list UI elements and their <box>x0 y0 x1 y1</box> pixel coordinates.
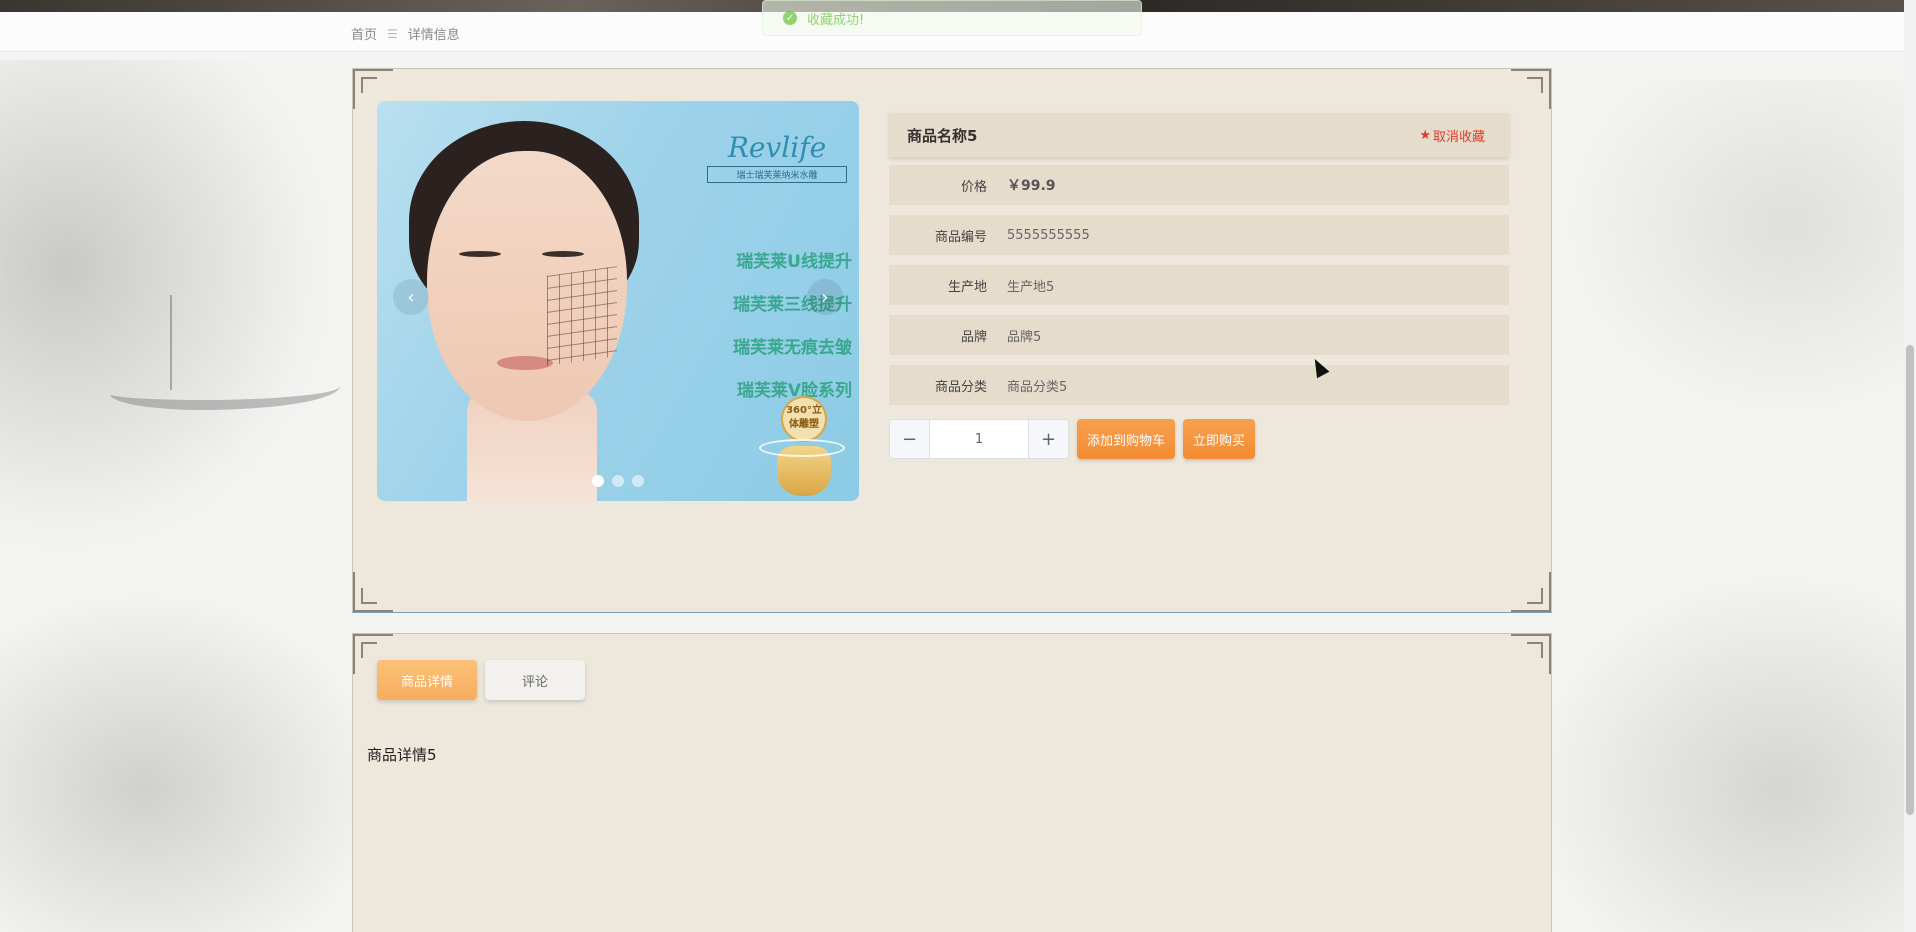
plus-icon[interactable]: + <box>1028 420 1068 458</box>
add-to-cart-button[interactable]: 添加到购物车 <box>1077 419 1176 459</box>
corner-ornament-icon <box>1511 634 1551 674</box>
price-value: ￥99.9 <box>1007 178 1056 194</box>
brand-logo: Revlife 瑞士瑞芙莱纳米水雕 <box>707 131 847 183</box>
check-circle-icon: ✓ <box>783 11 797 25</box>
brand-value: 品牌5 <box>1007 329 1042 345</box>
slogan-list: 瑞芙莱U线提升 瑞芙莱三线提升 瑞芙莱无痕去皱 瑞芙莱V脸系列 <box>692 241 852 413</box>
tab-comments[interactable]: 评论 <box>485 660 585 700</box>
product-code-value: 5555555555 <box>1007 227 1090 243</box>
product-panel: Revlife 瑞士瑞芙莱纳米水雕 瑞芙莱U线提升 瑞芙莱三线提升 瑞芙莱无痕去… <box>352 68 1552 613</box>
slogan-line: 瑞芙莱V脸系列 <box>736 381 852 401</box>
brand-name: Revlife <box>727 131 827 164</box>
carousel-indicators <box>377 475 859 487</box>
info-label: 品牌 <box>960 329 987 345</box>
lifting-grid-graphic <box>547 266 617 366</box>
model-eye <box>459 251 501 257</box>
detail-tabs: 商品详情 评论 <box>377 660 585 700</box>
model-lips <box>497 356 553 370</box>
product-info: 商品名称5 ★ 取消收藏 价格 ￥99.9 商品编号 5555555555 生产… <box>889 113 1509 459</box>
scrollbar-thumb[interactable] <box>1906 345 1914 815</box>
breadcrumb-separator-icon: ☰ <box>387 26 398 41</box>
breadcrumb: 首页 ☰ 详情信息 <box>351 24 460 44</box>
page-scrollbar[interactable] <box>1904 0 1916 932</box>
background-mountain <box>1516 560 1916 932</box>
info-label: 价格 <box>960 179 987 195</box>
product-name: 商品名称5 <box>907 126 978 145</box>
toast-message: 收藏成功! <box>807 12 865 28</box>
carousel-prev-arrow-icon[interactable]: ‹ <box>393 279 429 315</box>
product-detail-panel: 商品详情 评论 商品详情5 <box>352 633 1552 932</box>
info-row-category: 商品分类 商品分类5 <box>889 365 1509 405</box>
info-row-origin: 生产地 生产地5 <box>889 265 1509 305</box>
brand-subtitle: 瑞士瑞芙莱纳米水雕 <box>707 166 847 183</box>
slogan-line: 瑞芙莱U线提升 <box>736 252 852 272</box>
info-row-product-code: 商品编号 5555555555 <box>889 215 1509 255</box>
carousel-dot[interactable] <box>612 475 624 487</box>
unfavorite-button[interactable]: ★ 取消收藏 <box>1419 126 1485 145</box>
minus-icon[interactable]: − <box>890 420 930 458</box>
breadcrumb-current: 详情信息 <box>407 28 460 43</box>
background-mountain <box>1536 80 1916 440</box>
buy-now-button[interactable]: 立即购买 <box>1183 419 1256 459</box>
model-eye <box>542 251 584 257</box>
slogan-line: 瑞芙莱无痕去皱 <box>733 338 852 358</box>
product-detail-content: 商品详情5 <box>367 746 437 764</box>
origin-value: 生产地5 <box>1007 279 1055 295</box>
carousel-next-arrow-icon[interactable]: › <box>807 279 843 315</box>
quantity-input[interactable] <box>930 420 1028 458</box>
quantity-stepper: − + <box>889 419 1069 459</box>
corner-ornament-icon <box>353 572 393 612</box>
background-mountain <box>0 60 360 580</box>
info-label: 商品分类 <box>934 379 987 395</box>
corner-ornament-icon <box>1511 69 1551 109</box>
info-label: 生产地 <box>947 279 987 295</box>
purchase-actions: − + 添加到购物车 立即购买 <box>889 419 1509 459</box>
product-image-carousel[interactable]: Revlife 瑞士瑞芙莱纳米水雕 瑞芙莱U线提升 瑞芙莱三线提升 瑞芙莱无痕去… <box>377 101 859 501</box>
unfavorite-label: 取消收藏 <box>1432 129 1485 145</box>
star-icon: ★ <box>1419 127 1431 143</box>
success-toast: ✓ 收藏成功! <box>762 0 1142 36</box>
product-image-model <box>397 101 647 501</box>
carousel-dot[interactable] <box>592 475 604 487</box>
breadcrumb-home-link[interactable]: 首页 <box>351 24 377 43</box>
info-row-brand: 品牌 品牌5 <box>889 315 1509 355</box>
corner-ornament-icon <box>1511 572 1551 612</box>
product-title-row: 商品名称5 ★ 取消收藏 <box>889 113 1509 157</box>
tab-product-detail[interactable]: 商品详情 <box>377 660 477 700</box>
info-label: 商品编号 <box>934 229 987 245</box>
product-ring-graphic <box>759 439 845 457</box>
carousel-dot[interactable] <box>632 475 644 487</box>
category-value: 商品分类5 <box>1007 379 1068 395</box>
product-badge: 360°立体雕塑 <box>781 396 827 442</box>
info-row-price: 价格 ￥99.9 <box>889 165 1509 205</box>
